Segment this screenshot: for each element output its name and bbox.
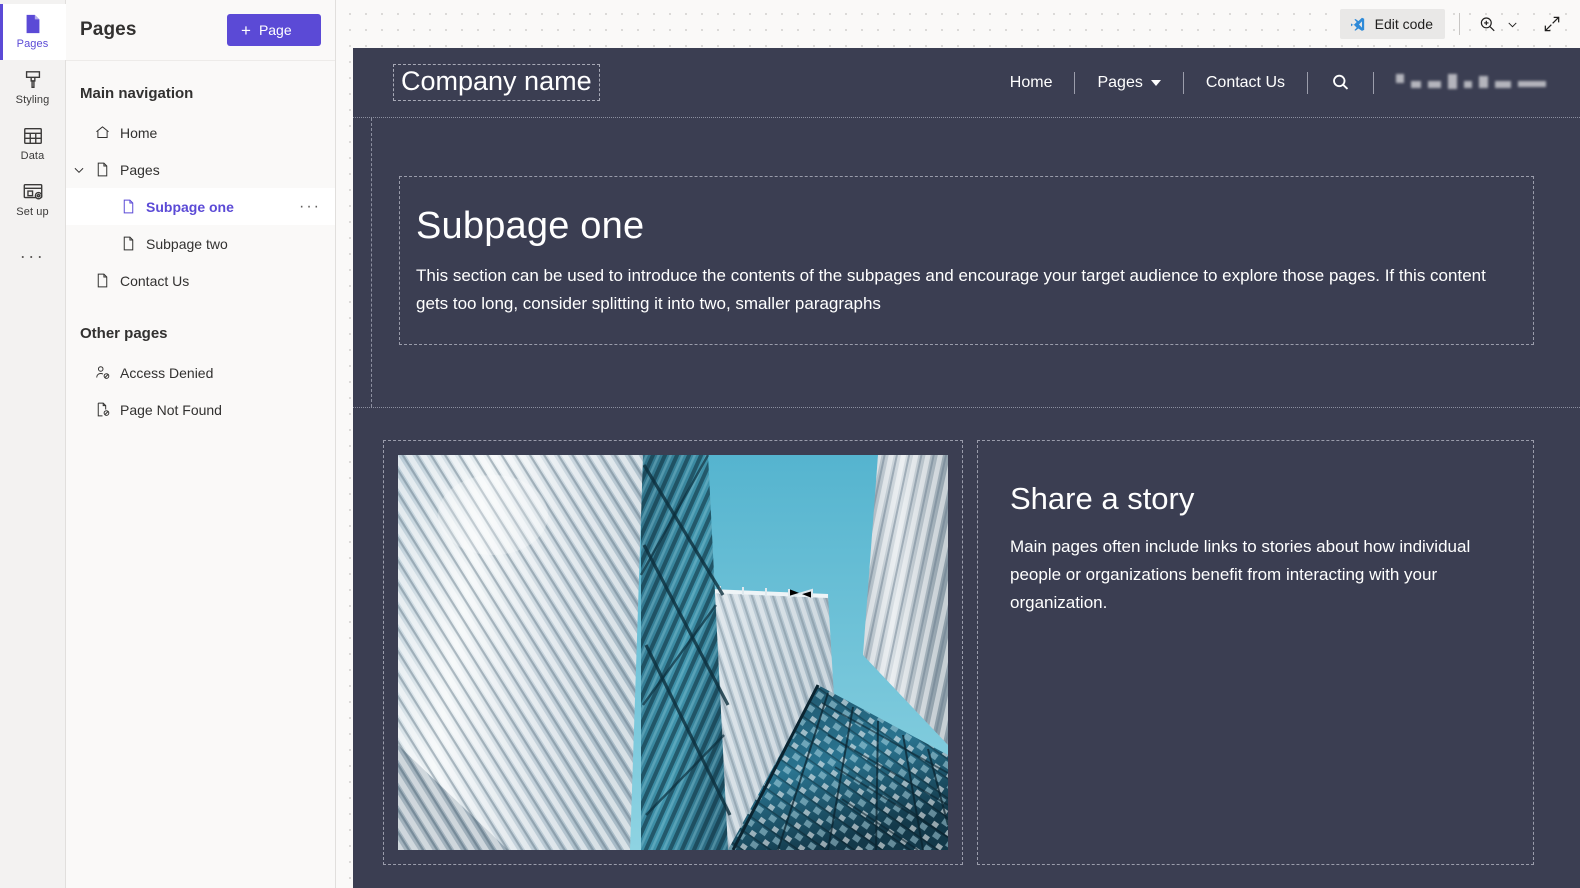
add-page-label: Page	[258, 22, 292, 38]
tree-item-label: Access Denied	[120, 364, 214, 381]
other-pages-heading: Other pages	[80, 325, 168, 342]
rail-item-label: Pages	[16, 38, 49, 50]
expand-diagonal-icon	[1542, 14, 1562, 34]
left-icon-rail: Pages Styling Data Set up ···	[0, 0, 66, 888]
pages-panel-header: Pages + Page	[66, 0, 335, 61]
caret-down-icon	[1150, 79, 1161, 86]
main-navigation-heading: Main navigation	[80, 85, 194, 102]
hero-content-block[interactable]: Subpage one This section can be used to …	[399, 176, 1534, 346]
tree-item-page-not-found[interactable]: Page Not Found	[66, 391, 335, 428]
nav-link-home[interactable]: Home	[988, 74, 1075, 92]
story-image	[398, 455, 948, 851]
design-canvas: Edit code Company name Home Pages Contac…	[336, 0, 1580, 888]
person-blocked-icon	[92, 364, 112, 381]
tree-item-contact-us[interactable]: Contact Us	[66, 262, 335, 299]
edit-code-button[interactable]: Edit code	[1339, 9, 1445, 39]
site-navigation: Home Pages Contact Us	[988, 71, 1580, 94]
rail-item-data[interactable]: Data	[0, 116, 66, 172]
story-image-block[interactable]	[383, 440, 963, 866]
setup-icon	[22, 181, 44, 203]
page-icon	[118, 235, 138, 252]
page-icon	[92, 161, 112, 178]
tree-item-label: Subpage two	[146, 235, 228, 252]
tree-item-access-denied[interactable]: Access Denied	[66, 354, 335, 391]
add-page-button[interactable]: + Page	[227, 14, 321, 46]
zoom-control[interactable]	[1474, 9, 1524, 39]
page-icon	[22, 13, 44, 35]
site-preview: Company name Home Pages Contact Us Subpa…	[353, 48, 1580, 888]
story-paragraph: Main pages often include links to storie…	[1010, 537, 1471, 613]
tree-item-pages[interactable]: Pages	[66, 151, 335, 188]
tree-item-label: Page Not Found	[120, 401, 222, 418]
hero-heading: Subpage one	[416, 205, 645, 247]
expand-button[interactable]	[1538, 9, 1566, 39]
rail-item-label: Styling	[15, 94, 50, 106]
main-navigation-tree: Home Pages Subpage one ··· Subpage two C…	[66, 114, 335, 299]
app-root: Pages Styling Data Set up ··· Pages + Pa…	[0, 0, 1580, 888]
rail-item-label: Data	[20, 150, 45, 162]
vscode-icon	[1349, 16, 1366, 33]
edit-code-label: Edit code	[1374, 16, 1433, 32]
page-icon	[118, 198, 138, 215]
rail-item-label: Set up	[16, 206, 49, 218]
tree-item-label: Subpage one	[146, 198, 234, 215]
redacted-user-info	[1374, 73, 1552, 89]
chevron-down-icon[interactable]	[1505, 17, 1520, 32]
page-title: Pages	[80, 19, 137, 40]
hero-paragraph: This section can be used to introduce th…	[416, 266, 1486, 314]
tree-item-label: Contact Us	[120, 272, 190, 289]
table-icon	[22, 125, 44, 147]
toolbar-divider	[1459, 13, 1460, 35]
plus-icon: +	[241, 20, 251, 40]
pages-panel: Pages + Page Main navigation Home Pages …	[66, 0, 336, 888]
search-icon[interactable]	[1308, 72, 1373, 93]
home-icon	[92, 124, 112, 141]
nav-dropdown-pages[interactable]: Pages	[1075, 74, 1182, 92]
brush-icon	[22, 69, 44, 91]
tree-item-subpage-two[interactable]: Subpage two	[66, 225, 335, 262]
tree-item-home[interactable]: Home	[66, 114, 335, 151]
tree-item-label: Home	[120, 124, 158, 141]
story-heading: Share a story	[1010, 481, 1195, 517]
zoom-in-icon	[1478, 15, 1497, 34]
other-pages-list: Access Denied Page Not Found	[66, 354, 335, 428]
tree-item-label: Pages	[120, 161, 160, 178]
chevron-down-icon[interactable]	[66, 163, 92, 177]
canvas-toolbar: Edit code	[1339, 0, 1580, 48]
nav-dropdown-label: Pages	[1097, 73, 1143, 91]
row-overflow-menu-button[interactable]: ···	[299, 198, 325, 215]
nav-link-contact-us[interactable]: Contact Us	[1184, 74, 1307, 92]
hero-section[interactable]: Subpage one This section can be used to …	[353, 118, 1580, 409]
site-header: Company name Home Pages Contact Us	[353, 48, 1580, 118]
rail-item-pages[interactable]: Pages	[0, 4, 66, 60]
pages-panel-body: Main navigation Home Pages Subpage one ·…	[66, 61, 335, 888]
page-icon	[92, 272, 112, 289]
tree-item-subpage-one[interactable]: Subpage one ···	[66, 188, 335, 225]
rail-more-button[interactable]: ···	[0, 234, 66, 278]
rail-item-styling[interactable]: Styling	[0, 60, 66, 116]
page-blocked-icon	[92, 401, 112, 418]
rail-item-setup[interactable]: Set up	[0, 172, 66, 228]
story-section[interactable]: Share a story Main pages often include l…	[353, 408, 1580, 866]
site-brand[interactable]: Company name	[393, 64, 600, 101]
story-text-block[interactable]: Share a story Main pages often include l…	[977, 440, 1534, 866]
